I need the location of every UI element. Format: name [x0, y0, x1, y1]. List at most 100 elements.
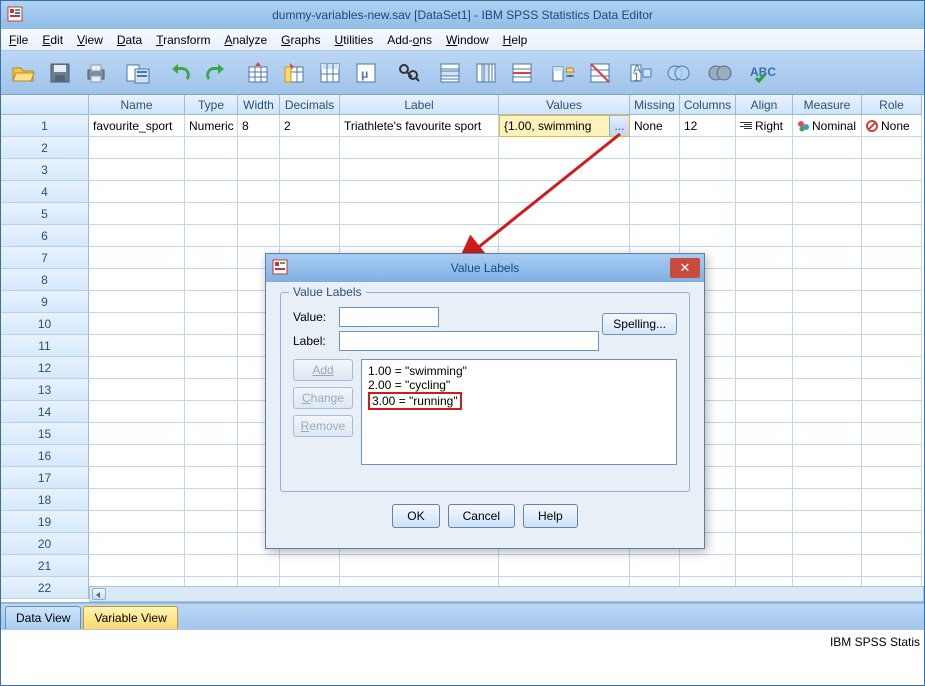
grid-cell[interactable]	[280, 225, 340, 247]
undo-icon[interactable]	[163, 56, 197, 90]
dialog-title-bar[interactable]: Value Labels ✕	[266, 254, 704, 282]
grid-cell[interactable]	[862, 291, 922, 313]
insert-case-icon[interactable]	[433, 56, 467, 90]
grid-cell[interactable]	[238, 203, 280, 225]
grid-cell[interactable]	[185, 181, 238, 203]
grid-cell[interactable]	[89, 203, 185, 225]
grid-cell[interactable]	[862, 335, 922, 357]
column-header[interactable]: Align	[736, 95, 793, 115]
grid-cell[interactable]	[736, 181, 793, 203]
value-input[interactable]	[339, 307, 439, 327]
grid-cell[interactable]	[630, 159, 680, 181]
values-ellipsis-button[interactable]: ...	[609, 116, 629, 136]
menu-transform[interactable]: Transform	[156, 33, 210, 47]
column-header[interactable]: Decimals	[280, 95, 340, 115]
menu-view[interactable]: View	[77, 33, 103, 47]
menu-graphs[interactable]: Graphs	[281, 33, 320, 47]
grid-cell[interactable]	[862, 445, 922, 467]
grid-cell[interactable]	[862, 159, 922, 181]
grid-cell[interactable]: favourite_sport	[89, 115, 185, 137]
change-button[interactable]: Change	[293, 387, 353, 409]
grid-cell[interactable]	[280, 181, 340, 203]
print-icon[interactable]	[79, 56, 113, 90]
use-sets-icon[interactable]	[661, 56, 695, 90]
label-input[interactable]	[339, 331, 599, 351]
menu-analyze[interactable]: Analyze	[224, 33, 267, 47]
grid-cell[interactable]: 12	[680, 115, 736, 137]
grid-cell[interactable]	[736, 511, 793, 533]
grid-cell[interactable]	[89, 357, 185, 379]
grid-cell[interactable]	[280, 555, 340, 577]
grid-cell[interactable]	[89, 225, 185, 247]
grid-cell[interactable]	[630, 137, 680, 159]
grid-cell[interactable]	[89, 511, 185, 533]
grid-cell[interactable]: 2	[280, 115, 340, 137]
goto-case-icon[interactable]	[241, 56, 275, 90]
row-header[interactable]: 11	[1, 335, 89, 357]
grid-cell[interactable]	[793, 225, 862, 247]
column-header[interactable]: Missing	[630, 95, 680, 115]
grid-cell[interactable]	[89, 445, 185, 467]
grid-cell[interactable]: 8	[238, 115, 280, 137]
row-header[interactable]: 21	[1, 555, 89, 577]
grid-cell[interactable]	[736, 423, 793, 445]
goto-variable-icon[interactable]	[277, 56, 311, 90]
grid-cell[interactable]	[499, 225, 630, 247]
grid-cell[interactable]	[793, 423, 862, 445]
grid-cell[interactable]	[680, 203, 736, 225]
grid-cell[interactable]	[89, 467, 185, 489]
spellcheck-icon[interactable]: ABC	[745, 56, 779, 90]
select-cases-icon[interactable]	[583, 56, 617, 90]
grid-cell[interactable]	[793, 467, 862, 489]
add-button[interactable]: Add	[293, 359, 353, 381]
grid-cell[interactable]	[680, 225, 736, 247]
grid-cell[interactable]	[238, 159, 280, 181]
grid-cell[interactable]	[89, 313, 185, 335]
grid-cell[interactable]	[793, 357, 862, 379]
grid-cell[interactable]	[736, 445, 793, 467]
grid-cell[interactable]	[340, 159, 499, 181]
row-header[interactable]: 8	[1, 269, 89, 291]
row-header[interactable]: 19	[1, 511, 89, 533]
grid-cell[interactable]	[793, 203, 862, 225]
grid-cell[interactable]	[499, 137, 630, 159]
grid-cell[interactable]: None	[862, 115, 922, 137]
grid-cell[interactable]	[793, 181, 862, 203]
row-header[interactable]: 20	[1, 533, 89, 555]
grid-cell[interactable]	[862, 533, 922, 555]
grid-cell[interactable]	[185, 335, 238, 357]
grid-cell[interactable]	[185, 555, 238, 577]
grid-cell[interactable]	[736, 291, 793, 313]
grid-cell[interactable]	[499, 159, 630, 181]
list-item[interactable]: 2.00 = "cycling"	[368, 378, 670, 392]
grid-cell[interactable]	[238, 225, 280, 247]
grid-cell[interactable]: Nominal	[793, 115, 862, 137]
grid-cell[interactable]	[793, 489, 862, 511]
grid-cell[interactable]	[185, 423, 238, 445]
scroll-left-icon[interactable]	[92, 588, 106, 600]
grid-cell[interactable]	[185, 137, 238, 159]
grid-cell[interactable]	[185, 357, 238, 379]
insert-variable-icon[interactable]	[469, 56, 503, 90]
grid-cell[interactable]	[185, 313, 238, 335]
list-item-highlighted[interactable]: 3.00 = "running"	[368, 392, 462, 410]
grid-cell[interactable]	[793, 533, 862, 555]
grid-cell[interactable]	[862, 467, 922, 489]
row-header[interactable]: 13	[1, 379, 89, 401]
grid-cell[interactable]	[238, 181, 280, 203]
grid-cell[interactable]	[680, 555, 736, 577]
grid-cell[interactable]	[185, 401, 238, 423]
grid-cell[interactable]	[793, 379, 862, 401]
grid-cell[interactable]	[736, 313, 793, 335]
grid-cell[interactable]	[185, 467, 238, 489]
menu-data[interactable]: Data	[117, 33, 142, 47]
grid-cell[interactable]	[736, 357, 793, 379]
variables-icon[interactable]	[313, 56, 347, 90]
grid-cell[interactable]	[499, 555, 630, 577]
grid-cell[interactable]	[630, 203, 680, 225]
redo-icon[interactable]	[199, 56, 233, 90]
grid-cell[interactable]	[862, 423, 922, 445]
grid-cell[interactable]	[499, 181, 630, 203]
show-all-icon[interactable]	[703, 56, 737, 90]
grid-cell[interactable]	[862, 357, 922, 379]
